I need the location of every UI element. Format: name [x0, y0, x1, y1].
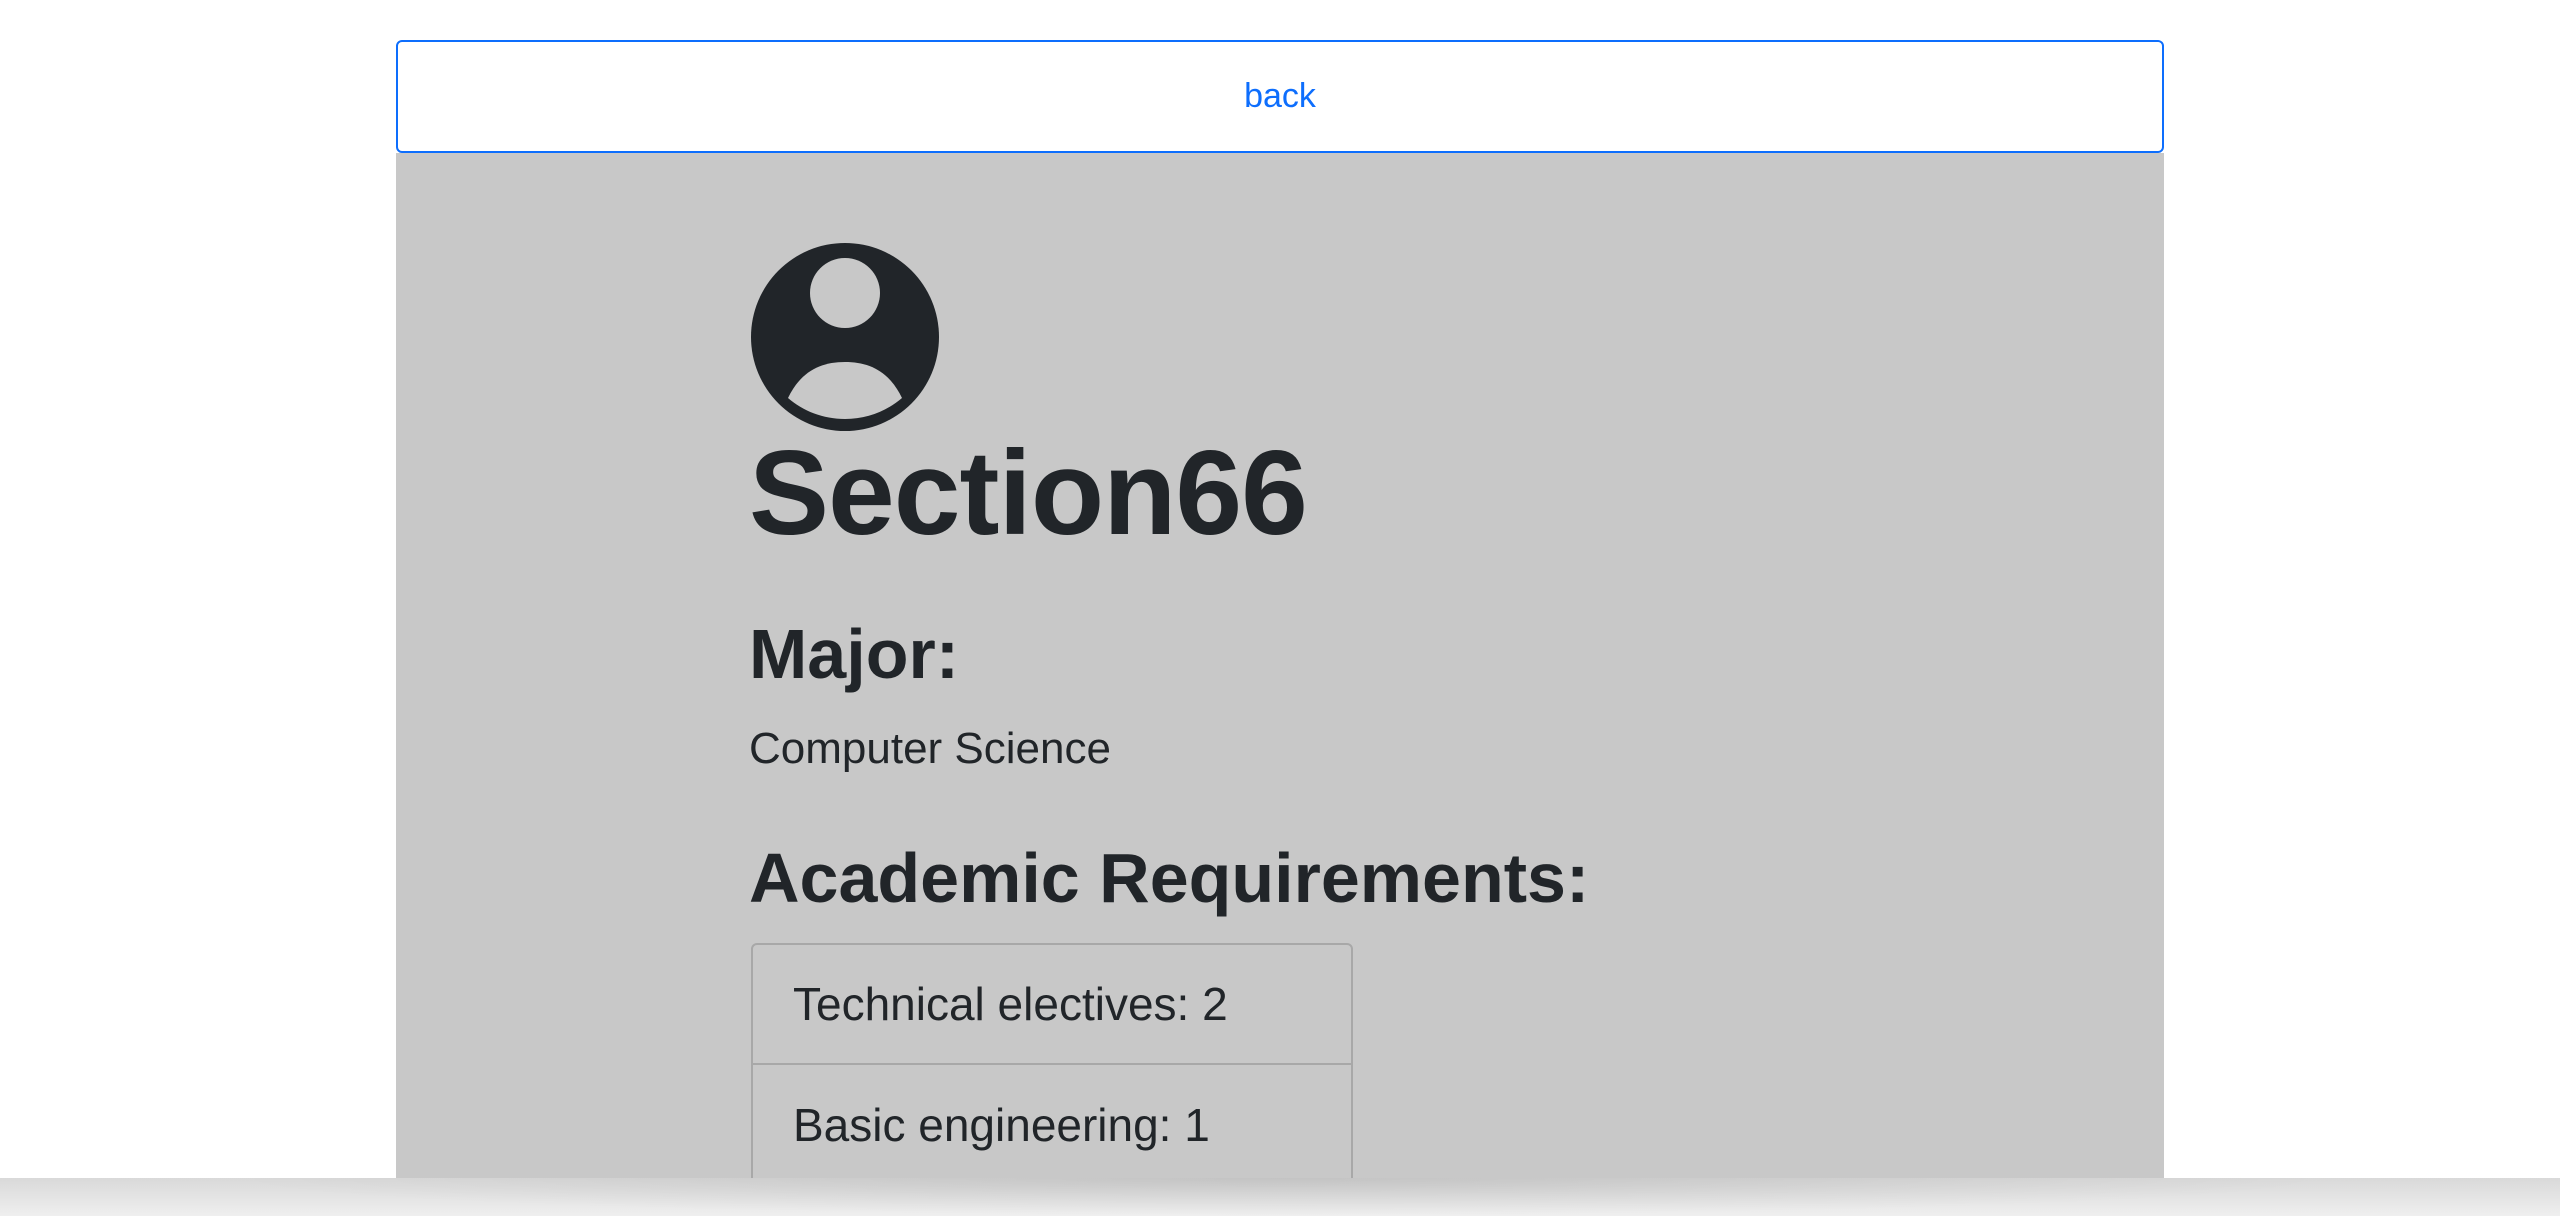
window-bottom-edge: [0, 1178, 2560, 1216]
username-heading: Section66: [749, 426, 1308, 560]
list-item: Technical electives: 2: [751, 943, 1353, 1065]
profile-panel: Section66 Major: Computer Science Academ…: [396, 153, 2164, 1187]
profile-container: back Section66 Major: Computer Science A…: [396, 40, 2164, 1187]
bottom-shadow: [220, 1178, 2340, 1216]
back-button[interactable]: back: [396, 40, 2164, 153]
list-item: Basic engineering: 1: [751, 1065, 1353, 1187]
person-circle-icon: [751, 243, 939, 431]
major-heading: Major:: [749, 615, 959, 693]
major-value: Computer Science: [749, 724, 1111, 773]
requirements-list: Technical electives: 2 Basic engineering…: [751, 943, 1353, 1187]
page: back Section66 Major: Computer Science A…: [0, 0, 2560, 1216]
academic-requirements-heading: Academic Requirements:: [749, 839, 1590, 917]
